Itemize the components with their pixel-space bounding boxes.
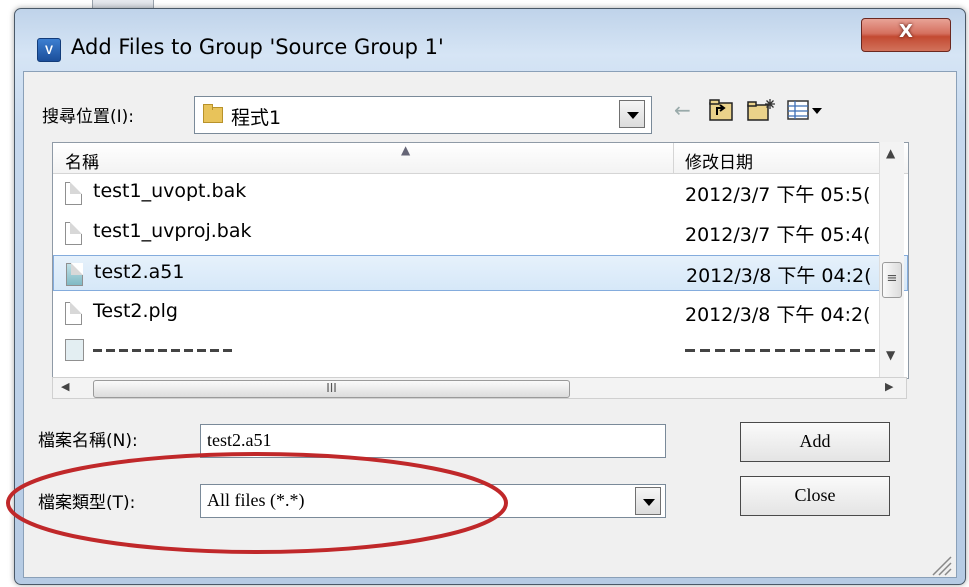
- column-divider[interactable]: [673, 143, 674, 173]
- look-in-dropdown-button[interactable]: [619, 100, 645, 128]
- file-list[interactable]: 名稱 ▲ 修改日期 test1_uvopt.bak 2012/3/7 下午 05…: [52, 142, 909, 379]
- partial-row-icon: [65, 339, 84, 361]
- folder-icon: [203, 104, 223, 124]
- file-name: test1_uvopt.bak: [93, 180, 247, 202]
- resize-grip-icon[interactable]: [925, 549, 953, 577]
- look-in-label: 搜尋位置(I):: [42, 107, 135, 127]
- file-date: 2012/3/8 下午 04:2(: [686, 265, 872, 287]
- file-row[interactable]: Test2.plg 2012/3/8 下午 04:2(: [53, 295, 908, 331]
- look-in-value: 程式1: [231, 107, 282, 129]
- file-row[interactable]: test1_uvproj.bak 2012/3/7 下午 05:4(: [53, 215, 908, 251]
- title-bar[interactable]: V Add Files to Group 'Source Group 1' X: [15, 9, 965, 77]
- look-in-combo[interactable]: 程式1: [194, 96, 652, 134]
- file-icon: [65, 222, 82, 245]
- file-row-selected[interactable]: test2.a51 2012/3/8 下午 04:2(: [53, 255, 908, 291]
- column-header-name[interactable]: 名稱: [65, 148, 99, 173]
- file-date: 2012/3/8 下午 04:2(: [685, 304, 871, 326]
- close-icon: X: [899, 21, 913, 42]
- up-folder-icon[interactable]: [708, 97, 734, 128]
- back-arrow-icon[interactable]: ←: [674, 98, 691, 122]
- window-title: Add Files to Group 'Source Group 1': [71, 35, 444, 59]
- vertical-scrollbar[interactable]: ▲ ≡ ▼: [879, 142, 904, 377]
- assembly-file-icon: [66, 263, 83, 286]
- scroll-right-arrow-icon[interactable]: ▶: [885, 380, 893, 393]
- horizontal-scroll-thumb[interactable]: III: [93, 380, 570, 398]
- file-icon: [65, 302, 82, 325]
- window-close-button[interactable]: X: [861, 18, 951, 52]
- partial-row-date: [685, 343, 895, 355]
- file-name: Test2.plg: [93, 300, 178, 322]
- file-name: test1_uvproj.bak: [93, 220, 252, 242]
- add-button[interactable]: Add: [740, 422, 890, 462]
- file-row[interactable]: test1_uvopt.bak 2012/3/7 下午 05:5(: [53, 175, 908, 211]
- new-folder-icon[interactable]: [746, 97, 776, 128]
- file-type-dropdown-button[interactable]: [635, 487, 661, 515]
- close-button[interactable]: Close: [740, 476, 890, 516]
- partial-row-name: [93, 343, 293, 355]
- scroll-left-arrow-icon[interactable]: ◀: [61, 380, 69, 393]
- list-header: 名稱 ▲ 修改日期: [53, 143, 908, 174]
- column-header-date[interactable]: 修改日期: [685, 148, 753, 173]
- red-ellipse-annotation: [6, 452, 508, 554]
- file-name: test2.a51: [94, 261, 185, 283]
- file-date: 2012/3/7 下午 05:5(: [685, 184, 871, 206]
- scroll-down-arrow-icon[interactable]: ▼: [886, 348, 895, 362]
- file-date: 2012/3/7 下午 05:4(: [685, 224, 871, 246]
- vertical-scroll-thumb[interactable]: ≡: [882, 262, 902, 298]
- file-icon: [65, 182, 82, 205]
- sort-ascending-icon: ▲: [401, 143, 411, 157]
- view-menu-icon[interactable]: [786, 97, 826, 128]
- scroll-up-arrow-icon[interactable]: ▲: [886, 146, 895, 160]
- app-icon: V: [37, 38, 61, 62]
- horizontal-scrollbar[interactable]: ◀ III ▶: [52, 377, 907, 399]
